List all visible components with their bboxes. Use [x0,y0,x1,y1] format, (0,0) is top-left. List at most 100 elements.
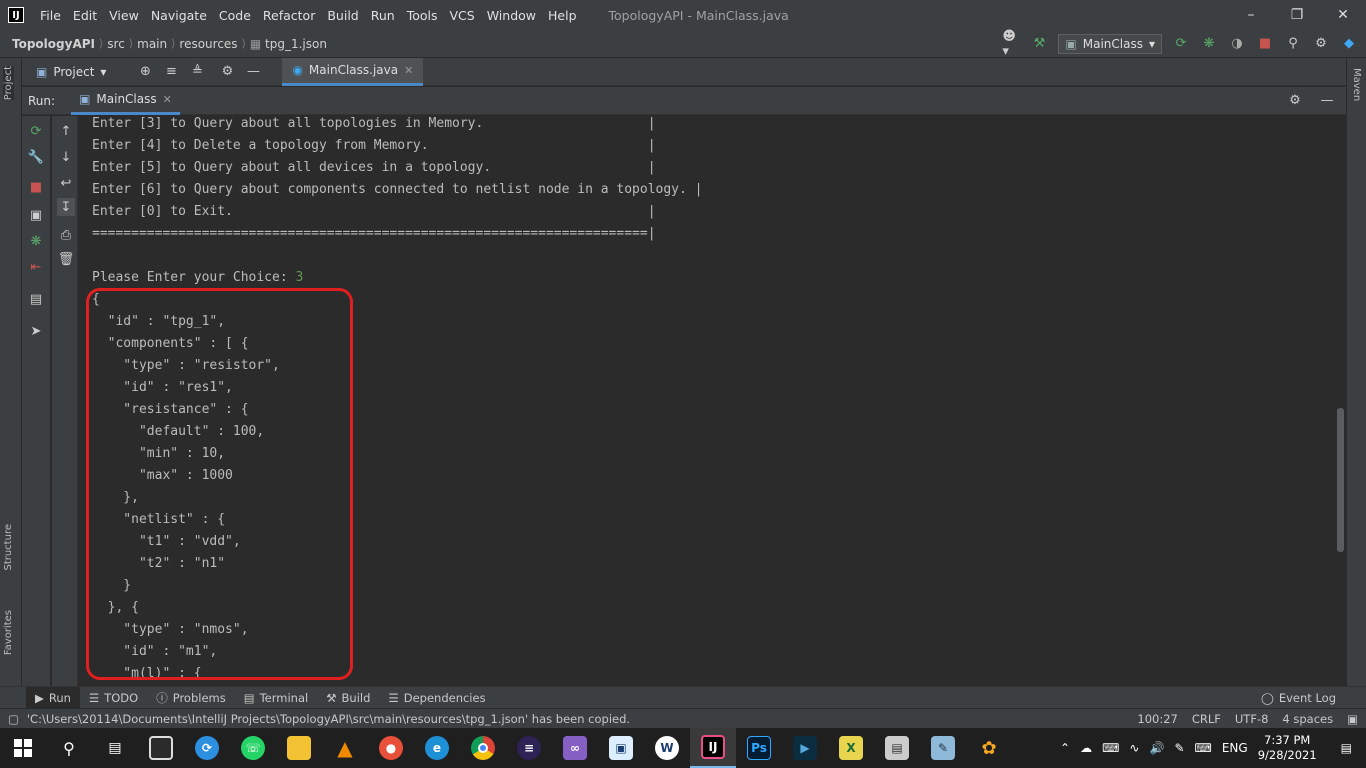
pin-icon[interactable]: ➤ [27,322,45,340]
bottom-tab-problems[interactable]: ⓘ Problems [147,687,235,709]
menu-run[interactable]: Run [365,0,401,30]
bottom-tab-todo[interactable]: ☰ TODO [80,687,147,709]
volume-icon[interactable]: 🔊 [1149,741,1164,755]
settings-gear-icon[interactable]: ⚙ [218,63,236,81]
soft-wrap-icon[interactable]: ↩ [57,174,75,192]
word-app-icon[interactable]: W [644,728,690,768]
hide-icon[interactable]: — [244,63,262,81]
caret-position[interactable]: 100:27 [1137,712,1177,726]
indent-setting[interactable]: 4 spaces [1282,712,1333,726]
console-scrollbar[interactable] [1337,408,1344,552]
search-icon[interactable]: ⚲ [46,728,92,768]
menu-vcs[interactable]: VCS [444,0,481,30]
file-explorer-icon[interactable] [276,728,322,768]
debug-icon[interactable]: ❋ [27,232,45,250]
blue-square-app-icon[interactable]: ▣ [598,728,644,768]
build-hammer-icon[interactable]: ⚒ [1030,35,1048,53]
notification-icon[interactable]: ▤ [1341,741,1352,755]
bottom-tab-run[interactable]: ▶ Run [26,686,80,709]
breadcrumb-main[interactable]: main [133,37,171,51]
menu-refactor[interactable]: Refactor [257,0,321,30]
edge-browser-icon[interactable]: e [414,728,460,768]
wrench-icon[interactable]: 🔧 [27,148,45,166]
restore-icon[interactable]: ❐ [1274,0,1320,30]
favorites-side-tab[interactable]: Favorites [3,610,14,655]
bottom-tab-dependencies[interactable]: ☰ Dependencies [379,687,494,709]
close-tab-icon[interactable]: ✕ [163,93,172,106]
database-icon[interactable]: ▤ [874,728,920,768]
excel-app-icon[interactable]: X [828,728,874,768]
layout-toggle-icon[interactable]: ▢ [8,712,19,726]
stop-icon[interactable]: ■ [27,178,45,196]
toolbox-icon[interactable]: ◆ [1340,35,1358,53]
trash-icon[interactable]: 🗑 [57,250,75,268]
sync-app-icon[interactable]: ⟳ [184,728,230,768]
close-icon[interactable]: ✕ [1320,0,1366,30]
menu-code[interactable]: Code [213,0,257,30]
close-tab-icon[interactable]: ✕ [404,64,413,77]
menu-help[interactable]: Help [542,0,583,30]
menu-navigate[interactable]: Navigate [145,0,213,30]
locate-icon[interactable]: ⊕ [136,63,154,81]
media-app-icon[interactable]: ▶ [782,728,828,768]
keyboard-icon[interactable]: ⌨ [1195,741,1212,755]
gear-icon[interactable]: ⚙ [1312,35,1330,53]
notes-app-icon[interactable]: ✎ [920,728,966,768]
expand-all-icon[interactable]: ≡ [162,63,180,81]
layout-icon[interactable]: ▤ [27,290,45,308]
breadcrumb-project[interactable]: TopologyAPI [0,37,99,51]
paint-app-icon[interactable]: ✿ [966,728,1012,768]
gear-icon[interactable]: ⚙ [1286,92,1304,110]
photoshop-icon[interactable]: Ps [736,728,782,768]
arrow-up-icon[interactable]: ↑ [57,122,75,140]
console-output[interactable]: Enter [3] to Query about all topologies … [80,116,1346,686]
project-tool-button[interactable]: ▣ Project ▾ [36,65,106,79]
rerun-icon[interactable]: ⟳ [1172,35,1190,53]
print-icon[interactable]: ⎙ [57,226,75,244]
breadcrumb-resources[interactable]: resources [175,37,241,51]
user-icon[interactable]: ☻▾ [1002,29,1020,59]
file-encoding[interactable]: UTF-8 [1235,712,1269,726]
scroll-to-end-icon[interactable]: ↧ [57,198,75,216]
arrow-down-icon[interactable]: ↓ [57,148,75,166]
stop-icon[interactable]: ■ [1256,35,1274,53]
run-config-select[interactable]: ▣ MainClass ▾ [1058,33,1162,54]
camera-icon[interactable]: ▣ [27,206,45,224]
chevron-up-icon[interactable]: ⌃ [1060,741,1070,755]
structure-side-tab[interactable]: Structure [3,524,14,571]
language-indicator[interactable]: ENG [1222,741,1248,755]
hide-icon[interactable]: — [1318,92,1336,110]
input-indicator-icon[interactable]: ⌨ [1102,741,1119,755]
visual-studio-icon[interactable]: ∞ [552,728,598,768]
minimize-icon[interactable]: – [1228,0,1274,30]
search-icon[interactable]: ⚲ [1284,35,1302,53]
chrome-icon[interactable] [460,728,506,768]
windows-start-icon[interactable] [0,728,46,768]
pen-icon[interactable]: ✎ [1174,741,1184,755]
menu-window[interactable]: Window [481,0,542,30]
whatsapp-icon[interactable]: ☏ [230,728,276,768]
collapse-all-icon[interactable]: ≜ [188,63,206,81]
project-side-tab[interactable]: Project [3,66,14,101]
line-separator[interactable]: CRLF [1192,712,1221,726]
red-app-icon[interactable]: ● [368,728,414,768]
wifi-icon[interactable]: ∿ [1129,741,1139,755]
breadcrumb-file[interactable]: ▦ tpg_1.json [246,37,331,51]
store-icon[interactable] [138,728,184,768]
maven-side-tab[interactable]: Maven [1351,68,1362,101]
menu-file[interactable]: File [34,0,67,30]
eclipse-icon[interactable]: ≡ [506,728,552,768]
intellij-taskbar-icon[interactable]: IJ [690,728,736,768]
bottom-tab-build[interactable]: ⚒ Build [317,687,379,709]
coverage-icon[interactable]: ◑ [1228,35,1246,53]
editor-tab-mainclass[interactable]: ◉ MainClass.java ✕ [282,57,424,86]
task-view-icon[interactable]: ▤ [92,728,138,768]
lock-icon[interactable]: ▣ [1347,712,1358,726]
breadcrumb-src[interactable]: src [103,37,129,51]
bottom-tab-terminal[interactable]: ▤ Terminal [235,687,317,709]
menu-build[interactable]: Build [321,0,364,30]
menu-view[interactable]: View [103,0,145,30]
menu-tools[interactable]: Tools [401,0,444,30]
rerun-icon[interactable]: ⟳ [27,122,45,140]
event-log-button[interactable]: ◯ Event Log [1252,687,1366,709]
